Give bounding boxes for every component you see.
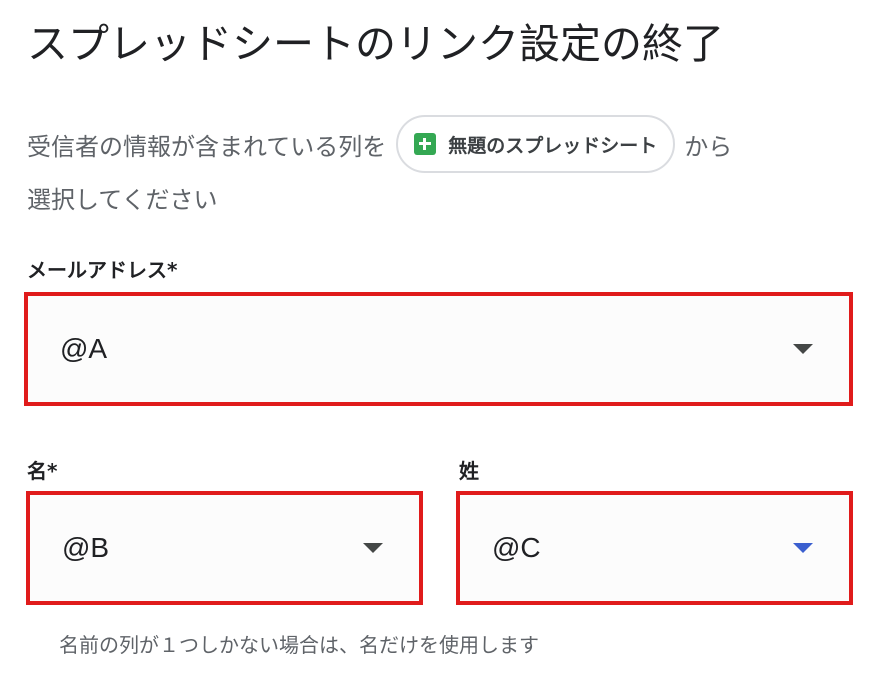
helper-text: 名前の列が１つしかない場合は、名だけを使用します (59, 633, 539, 657)
intro-before-chip: 受信者の情報が含まれている列を (27, 132, 387, 161)
spreadsheet-chip[interactable]: 無題のスプレッドシート (396, 115, 676, 173)
email-column-value: @A (60, 333, 108, 364)
intro-line-1: 受信者の情報が含まれている列を 無題のスプレッドシート から (27, 114, 857, 174)
chevron-down-icon (793, 543, 813, 553)
chevron-down-icon (793, 344, 813, 354)
sheets-icon (414, 133, 437, 155)
email-field-label: メールアドレス* (27, 258, 178, 282)
page-title: スプレッドシートのリンク設定の終了 (27, 20, 724, 68)
spreadsheet-chip-label: 無題のスプレッドシート (448, 134, 658, 157)
chevron-down-icon (363, 543, 383, 553)
last-name-field-label: 姓 (459, 459, 479, 483)
first-name-column-select[interactable]: @B (26, 491, 423, 605)
email-column-select[interactable]: @A (24, 292, 853, 406)
first-name-field-label: 名* (27, 459, 58, 483)
link-spreadsheet-dialog: スプレッドシートのリンク設定の終了 受信者の情報が含まれている列を 無題のスプレ… (0, 0, 878, 678)
last-name-column-select[interactable]: @C (456, 491, 853, 605)
intro-text: 受信者の情報が含まれている列を 無題のスプレッドシート から 選択してください (27, 114, 857, 226)
intro-after-chip: から (684, 132, 733, 161)
first-name-column-value: @B (62, 532, 110, 563)
intro-line-2: 選択してください (27, 186, 218, 214)
last-name-column-value: @C (492, 532, 541, 563)
